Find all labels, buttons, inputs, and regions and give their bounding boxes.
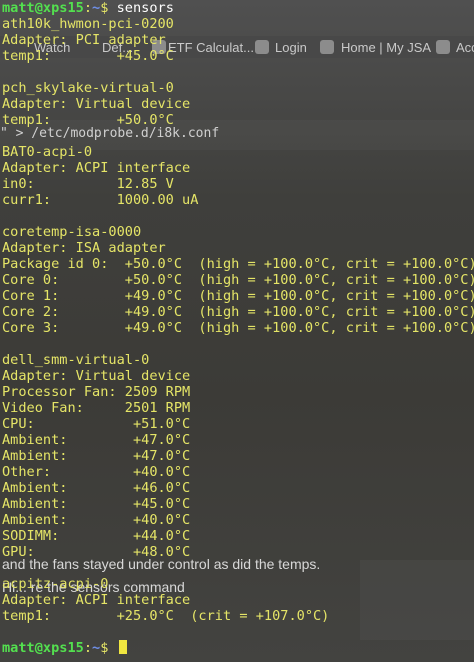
chip-name: pch_skylake-virtual-0 xyxy=(2,80,174,96)
sensor-reading: Core 2: +49.0°C (high = +100.0°C, crit =… xyxy=(2,304,474,320)
sensor-reading: Ambient: +47.0°C xyxy=(2,448,191,464)
prompt-user: matt@xps15 xyxy=(2,640,84,656)
terminal-cursor[interactable] xyxy=(118,640,127,654)
sensor-reading: Core 0: +50.0°C (high = +100.0°C, crit =… xyxy=(2,272,474,288)
prompt-line: matt@xps15:~$ xyxy=(2,640,474,656)
chip-name: acpitz-acpi-0 xyxy=(2,576,109,592)
chip-adapter: Adapter: ISA adapter xyxy=(2,240,166,256)
sensor-reading: GPU: +48.0°C xyxy=(2,544,191,560)
sensor-reading: Processor Fan: 2509 RPM xyxy=(2,384,191,400)
prompt-user: matt@xps15 xyxy=(2,0,84,16)
chip-name: coretemp-isa-0000 xyxy=(2,224,142,240)
sensor-reading: Ambient: +47.0°C xyxy=(2,432,191,448)
command-text: sensors xyxy=(116,0,174,16)
prompt-path: ~ xyxy=(92,0,101,16)
sensor-reading: Core 3: +49.0°C (high = +100.0°C, crit =… xyxy=(2,320,474,336)
sensor-reading: SODIMM: +44.0°C xyxy=(2,528,191,544)
terminal[interactable]: matt@xps15:~$ sensors ath10k_hwmon-pci-0… xyxy=(2,0,474,656)
sensor-reading: temp1: +50.0°C xyxy=(2,112,174,128)
chip-adapter: Adapter: Virtual device xyxy=(2,368,191,384)
sensor-reading: in0: 12.85 V xyxy=(2,176,174,192)
sensor-reading: curr1: 1000.00 uA xyxy=(2,192,199,208)
prompt-sign: $ xyxy=(100,0,109,16)
sensor-reading: Video Fan: 2501 RPM xyxy=(2,400,191,416)
chip-name: BAT0-acpi-0 xyxy=(2,144,93,160)
sensor-reading: Other: +40.0°C xyxy=(2,464,191,480)
chip-adapter: Adapter: ACPI interface xyxy=(2,592,191,608)
prompt-line: matt@xps15:~$ sensors xyxy=(2,0,174,16)
sensor-reading: Core 1: +49.0°C (high = +100.0°C, crit =… xyxy=(2,288,474,304)
sensor-reading: Ambient: +46.0°C xyxy=(2,480,191,496)
prompt-sign: $ xyxy=(100,640,109,656)
chip-name: dell_smm-virtual-0 xyxy=(2,352,150,368)
sensor-reading: Package id 0: +50.0°C (high = +100.0°C, … xyxy=(2,256,474,272)
chip-adapter: Adapter: Virtual device xyxy=(2,96,191,112)
chip-name: ath10k_hwmon-pci-0200 xyxy=(2,16,174,32)
sensor-reading: Ambient: +45.0°C xyxy=(2,496,191,512)
prompt-path: ~ xyxy=(92,640,101,656)
sensor-reading: Ambient: +40.0°C xyxy=(2,512,191,528)
sensor-reading: temp1: +45.0°C xyxy=(2,48,174,64)
sensor-reading: temp1: +25.0°C (crit = +107.0°C) xyxy=(2,608,330,624)
chip-adapter: Adapter: PCI adapter xyxy=(2,32,166,48)
sensor-reading: CPU: +51.0°C xyxy=(2,416,191,432)
chip-adapter: Adapter: ACPI interface xyxy=(2,160,191,176)
